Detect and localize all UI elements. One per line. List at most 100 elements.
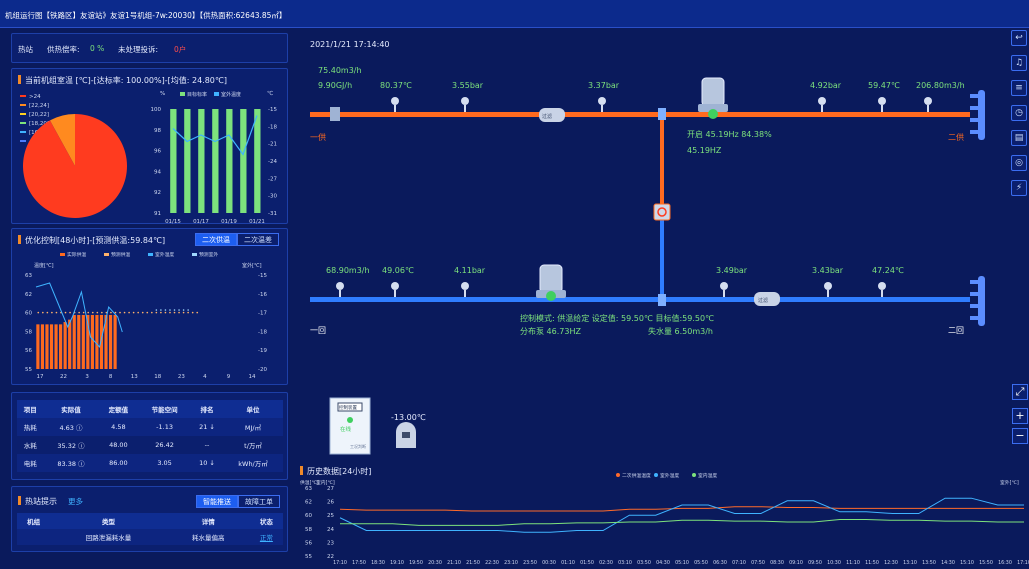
bar [240,109,247,213]
table-cell: 48.00 [109,441,128,449]
tick-label: -15 [268,107,277,113]
table-header-row: 机组 类型 详情 状态 [17,513,283,529]
pie-slice [22,114,127,218]
predicted-point [110,311,112,314]
tick-label: 01/19 [221,219,237,225]
predicted-point [64,311,67,314]
table-cell[interactable]: 35.32 ⓘ [43,436,98,454]
table-cell[interactable]: 83.38 ⓘ [43,454,99,472]
tick-label: -18 [258,329,267,335]
legend-swatch [180,92,185,96]
document-icon[interactable]: ▤ [1011,130,1027,146]
axis-label-left2: 室内[℃] [316,479,335,486]
primary-supply-label: 一供 [310,132,326,142]
legend-swatch [192,253,197,256]
side-toolbar: ↩ ♫ ≡ ◷ ▤ ◎ ⚡ [1011,30,1029,205]
tick-label: 19:10 [390,560,404,566]
axis-label-left: 温度[℃] [34,262,54,269]
tab-secondary-temp-diff[interactable]: 二次温差 [237,233,279,246]
table-cell: 热耗 [17,418,44,436]
bypass-valve[interactable] [653,203,671,221]
tick-label: -24 [268,159,277,165]
table-cell[interactable]: 4.63 ⓘ [43,418,99,436]
tick-label: 03:10 [618,560,632,566]
predicted-point [178,311,180,314]
return-manifold [970,276,985,326]
return-pipe [310,297,970,302]
pressure-gauge-icon [461,282,469,297]
tab-smart-push[interactable]: 智能推送 [196,495,238,508]
predicted-outdoor-point [155,309,158,311]
tick-label: 4 [203,374,207,380]
tab-secondary-supply-temp[interactable]: 二次供温 [195,233,237,246]
return-temp-value: 49.06℃ [382,266,414,275]
clock-icon[interactable]: ◷ [1011,105,1027,121]
secondary-supply-temp: 59.47℃ [868,81,900,90]
flow-meter-icon [330,107,340,121]
predicted-point [137,311,139,314]
tick-label: -15 [258,273,267,279]
tick-label: 14 [249,374,256,380]
alarm-table: 机组 类型 详情 状态 回路泄漏耗水量 耗水量偏高 正常 [17,513,283,545]
predicted-point [42,311,44,314]
tick-label: -18 [268,124,277,130]
table-row[interactable]: 回路泄漏耗水量 耗水量偏高 正常 [17,529,283,545]
control-device-status: 在线 [340,425,352,433]
table-cell: 回路泄漏耗水量 [50,529,167,545]
bypass-pipe-bottom [660,211,664,297]
tick-label: 22:30 [485,560,499,566]
tick-label: 06:30 [713,560,727,566]
legend-label: [20,22] [29,112,49,118]
return-flow-value: 68.90m3/h [326,266,370,275]
page-title: 机组运行图【铁路区】友谊站》友谊1号机组-7w:20030】【供热面积:6264… [5,11,287,20]
unit-temp-panel: 当前机组室温 [℃]-[达标率: 100.00%]-[均值: 24.80℃] >… [11,68,288,225]
bypass-pipe-top [660,117,664,211]
bar [45,324,49,369]
distribution-pump[interactable] [536,264,566,301]
legend-label: 室外温度 [660,472,679,479]
fullscreen-icon[interactable]: ⤢ [1012,384,1028,400]
tab-fault-ticket[interactable]: 故障工单 [238,495,280,508]
opt-control-title: 优化控制[48小时]-[预测供温:59.84℃] [18,235,165,246]
table-header: 实际值 [43,400,99,418]
table-cell: 21 ↓ [190,418,224,436]
table-header: 项目 [17,400,44,418]
history-series-line [340,518,1024,526]
tick-label: 60 [305,513,312,519]
legend-label: 室外温度 [221,91,241,98]
tick-label: 98 [154,128,161,134]
complaint-value[interactable]: 0户 [174,44,186,55]
bell-icon[interactable]: ♫ [1011,55,1027,71]
tick-label: 21:10 [447,560,461,566]
zoom-out-button[interactable]: − [1012,428,1028,444]
tick-label: 58 [25,329,32,335]
tick-label: 17 [37,374,44,380]
bar [54,324,58,369]
chart-icon[interactable]: ⚡ [1011,180,1027,196]
room-temp-pie-chart: >24[22,24][20,22][18,20][16,18]<16%℃目标标率… [20,90,277,225]
monitor-icon[interactable]: ◎ [1011,155,1027,171]
legend-swatch [20,131,26,133]
outdoor-sensor-icon [396,422,416,448]
diagram-timestamp: 2021/1/21 17:14:40 [310,40,390,49]
settings-sliders-icon[interactable]: ≡ [1011,80,1027,96]
alarm-status-link[interactable]: 正常 [249,529,283,545]
back-icon[interactable]: ↩ [1011,30,1027,46]
alarm-more-link[interactable]: 更多 [68,496,83,507]
zoom-in-button[interactable]: + [1012,408,1028,424]
tick-label: 07:50 [751,560,765,566]
tick-label: 96 [154,149,161,155]
tick-label: 62 [305,500,312,506]
tick-label: 05:50 [694,560,708,566]
table-cell: MJ/㎡ [223,418,283,436]
axis-unit-right: ℃ [267,90,273,97]
predicted-point [196,311,199,314]
legend-label: 室外温度 [155,251,174,258]
table-cell: 水耗 [23,442,37,450]
predicted-outdoor-point [173,309,176,311]
tick-label: 23:50 [523,560,537,566]
tick-label: 13:10 [903,560,917,566]
tick-label: 01:10 [561,560,575,566]
tick-label: -27 [268,176,277,182]
tick-label: 05:10 [675,560,689,566]
